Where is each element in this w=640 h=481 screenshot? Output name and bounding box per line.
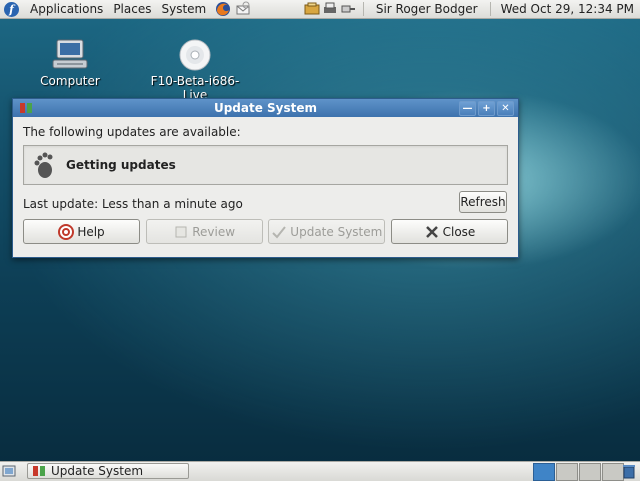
review-icon — [175, 226, 187, 237]
app-icon — [33, 466, 45, 476]
disc-icon — [179, 39, 211, 71]
desktop-icon-live-disc[interactable]: F10-Beta-i686-Live — [150, 38, 240, 102]
taskbar-item-update-system[interactable]: Update System — [27, 463, 189, 479]
desktop-icon-computer[interactable]: Computer — [25, 38, 115, 88]
maximize-icon[interactable]: + — [478, 101, 495, 116]
close-window-icon[interactable]: ✕ — [497, 101, 514, 116]
update-notification-icon[interactable] — [304, 2, 320, 16]
close-label: Close — [442, 224, 476, 239]
tray-separator — [362, 2, 364, 16]
applications-menu[interactable]: Applications — [25, 2, 108, 16]
system-tray: Sir Roger Bodger Wed Oct 29, 12:34 PM — [303, 0, 640, 18]
network-icon[interactable] — [340, 2, 356, 16]
trash-icon[interactable] — [622, 463, 636, 479]
review-button[interactable]: Review — [145, 219, 263, 244]
last-update-row: Last update: Less than a minute ago Refr… — [23, 191, 508, 217]
system-menu[interactable]: System — [156, 2, 211, 16]
available-updates-label: The following updates are available: — [23, 125, 241, 139]
workspace-1[interactable] — [533, 463, 555, 481]
status-box: Getting updates — [23, 145, 508, 185]
places-menu[interactable]: Places — [108, 2, 156, 16]
app-icon[interactable] — [19, 101, 33, 115]
update-system-label: Update System — [290, 224, 383, 239]
checkmark-icon — [272, 225, 287, 238]
close-button[interactable]: Close — [390, 219, 508, 244]
help-icon — [58, 223, 75, 240]
bottom-panel: Update System — [0, 461, 640, 481]
window-title: Update System — [213, 101, 318, 115]
update-system-button[interactable]: Update System — [268, 219, 386, 244]
mail-icon[interactable] — [235, 1, 251, 17]
workspace-3[interactable] — [579, 463, 601, 481]
window-content: The following updates are available: Get… — [13, 117, 518, 244]
computer-icon — [52, 39, 88, 69]
firefox-icon[interactable] — [215, 1, 231, 17]
refresh-button[interactable]: Refresh — [459, 191, 507, 213]
update-system-window: Update System — + ✕ The following update… — [12, 98, 519, 258]
user-name[interactable]: Sir Roger Bodger — [370, 2, 484, 16]
printer-icon[interactable] — [322, 2, 338, 16]
taskbar-item-label: Update System — [51, 464, 144, 478]
help-button[interactable]: Help — [23, 219, 140, 244]
desktop-icon-label: Computer — [40, 74, 100, 88]
workspace-2[interactable] — [556, 463, 578, 481]
help-label: Help — [77, 224, 105, 239]
gnome-foot-icon — [34, 152, 53, 178]
fedora-logo-icon[interactable]: f — [4, 1, 19, 17]
close-icon — [425, 225, 438, 238]
status-text: Getting updates — [66, 158, 176, 172]
window-controls: — + ✕ — [459, 101, 514, 116]
button-row: Help Review Update System Close — [23, 219, 508, 244]
top-panel: f Applications Places System Sir Roger B… — [0, 0, 640, 19]
window-titlebar[interactable]: Update System — + ✕ — [13, 99, 518, 117]
clock[interactable]: Wed Oct 29, 12:34 PM — [497, 2, 640, 16]
show-desktop-icon[interactable] — [2, 464, 16, 478]
last-update-label: Last update: Less than a minute ago — [23, 197, 243, 211]
minimize-icon[interactable]: — — [459, 101, 476, 116]
review-label: Review — [192, 224, 236, 239]
clock-separator — [489, 2, 491, 16]
workspace-4[interactable] — [602, 463, 624, 481]
workspace-switcher — [533, 463, 625, 481]
